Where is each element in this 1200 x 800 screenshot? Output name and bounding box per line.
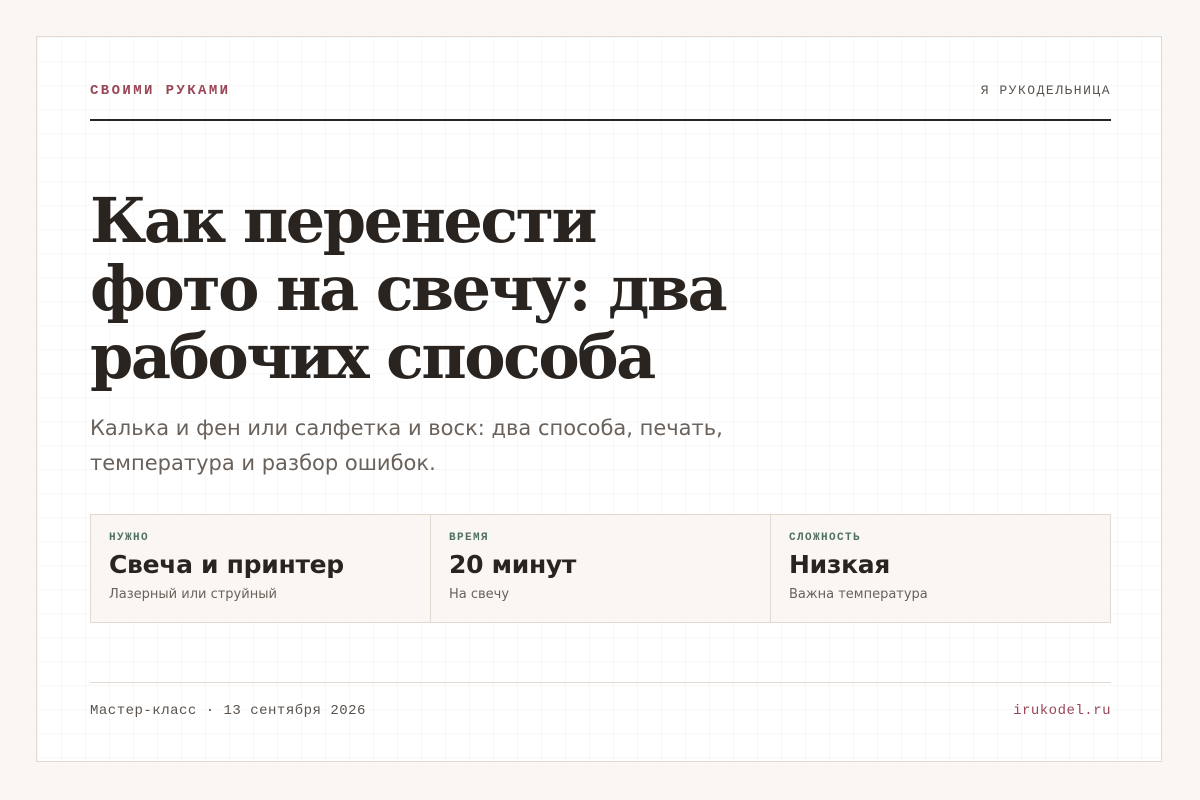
fact-note: Важна температура [789,587,928,602]
fact-needed: Нужно Свеча и принтер Лазерный или струй… [91,515,431,622]
fact-time: Время 20 минут На свечу [431,515,771,622]
card-content: Своими руками Я рукодельница Как перенес… [90,37,1111,761]
site-name[interactable]: Я рукодельница [981,83,1111,98]
footer: Мастер-класс · 13 сентября 2026 irukodel… [90,682,1111,719]
facts-panel: Нужно Свеча и принтер Лазерный или струй… [90,514,1111,623]
fact-note: Лазерный или струйный [109,587,277,602]
section-label[interactable]: Своими руками [90,83,230,99]
fact-value: Свеча и принтер [109,550,344,579]
fact-label: Время [449,532,490,544]
fact-difficulty: Сложность Низкая Важна температура [771,515,1110,622]
article-title: Как перенести фото на свечу: два рабочих… [90,184,728,393]
article-card: Своими руками Я рукодельница Как перенес… [36,36,1162,762]
fact-label: Сложность [789,532,862,544]
fact-value: Низкая [789,550,891,579]
fact-value: 20 минут [449,550,577,579]
fact-note: На свечу [449,587,510,602]
footer-site-link[interactable]: irukodel.ru [1013,703,1111,719]
fact-label: Нужно [109,532,150,544]
article-subtitle: Калька и фен или салфетка и воск: два сп… [90,416,723,475]
footer-meta: Мастер-класс · 13 сентября 2026 [90,703,366,719]
top-bar: Своими руками Я рукодельница [90,83,1111,121]
